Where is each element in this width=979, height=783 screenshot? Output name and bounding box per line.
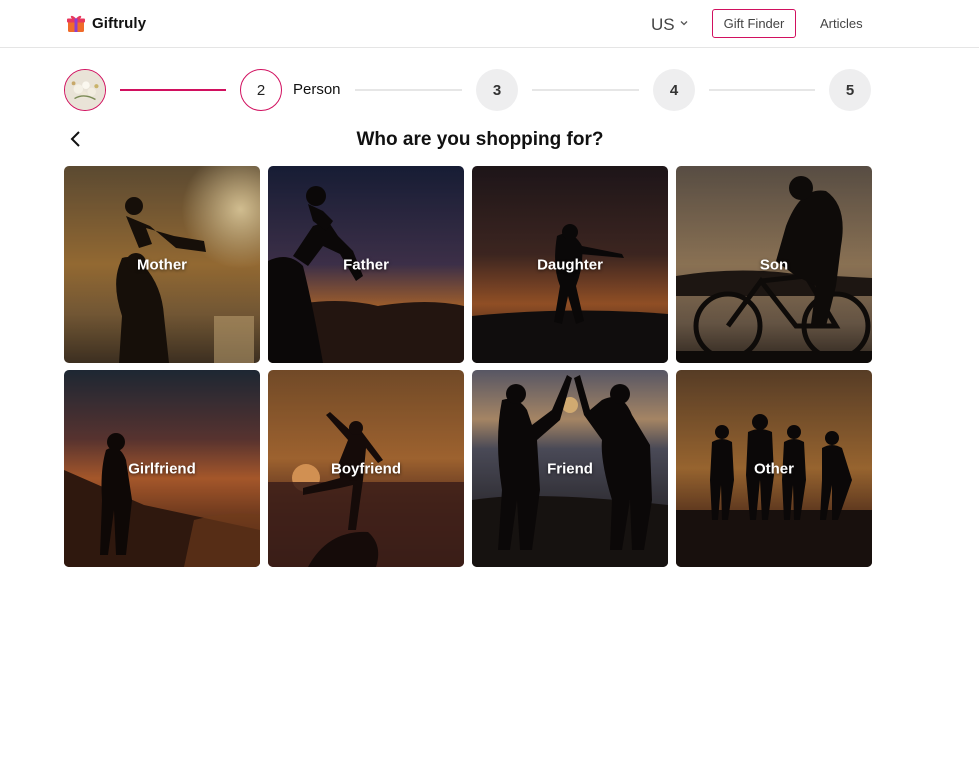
chevron-down-icon xyxy=(680,21,688,26)
gift-finder-button[interactable]: Gift Finder xyxy=(712,9,796,38)
flowers-thumbnail-icon xyxy=(65,70,105,110)
recipient-options-grid: Mother Father Daughter Son Girlfriend Bo… xyxy=(64,166,872,567)
step-connector-2 xyxy=(355,89,462,91)
step-3-circle[interactable]: 3 xyxy=(476,69,518,111)
option-card-son[interactable]: Son xyxy=(676,166,872,363)
gift-icon xyxy=(67,15,85,32)
progress-stepper: 2 Person 3 4 5 xyxy=(64,69,871,111)
top-header: Giftruly US Gift Finder Articles xyxy=(0,0,979,48)
option-card-daughter[interactable]: Daughter xyxy=(472,166,668,363)
option-card-boyfriend[interactable]: Boyfriend xyxy=(268,370,464,567)
step-connector-1 xyxy=(120,89,226,91)
option-label: Daughter xyxy=(537,256,603,273)
option-card-mother[interactable]: Mother xyxy=(64,166,260,363)
step-connector-4 xyxy=(709,89,815,91)
page-title: Who are you shopping for? xyxy=(356,129,604,150)
option-label: Son xyxy=(759,256,789,273)
step-5-circle[interactable]: 5 xyxy=(829,69,871,111)
option-card-friend[interactable]: Friend xyxy=(472,370,668,567)
step-2-label: Person xyxy=(293,81,341,98)
option-label: Father xyxy=(343,256,389,273)
option-label: Mother xyxy=(137,256,187,273)
option-card-other[interactable]: Other xyxy=(676,370,872,567)
option-label: Friend xyxy=(547,460,593,477)
option-label: Other xyxy=(753,460,794,477)
option-card-father[interactable]: Father xyxy=(268,166,464,363)
step-1-thumbnail[interactable] xyxy=(64,69,106,111)
option-card-girlfriend[interactable]: Girlfriend xyxy=(64,370,260,567)
option-label: Boyfriend xyxy=(330,460,401,477)
region-label: US xyxy=(651,15,675,34)
brand-logo[interactable]: Giftruly xyxy=(66,13,146,33)
step-4-circle[interactable]: 4 xyxy=(653,69,695,111)
articles-link[interactable]: Articles xyxy=(820,16,863,31)
step-2-circle[interactable]: 2 xyxy=(240,69,282,111)
option-label: Girlfriend xyxy=(128,460,196,477)
region-selector[interactable]: US xyxy=(651,15,689,35)
step-connector-3 xyxy=(532,89,639,91)
brand-name: Giftruly xyxy=(92,14,147,32)
